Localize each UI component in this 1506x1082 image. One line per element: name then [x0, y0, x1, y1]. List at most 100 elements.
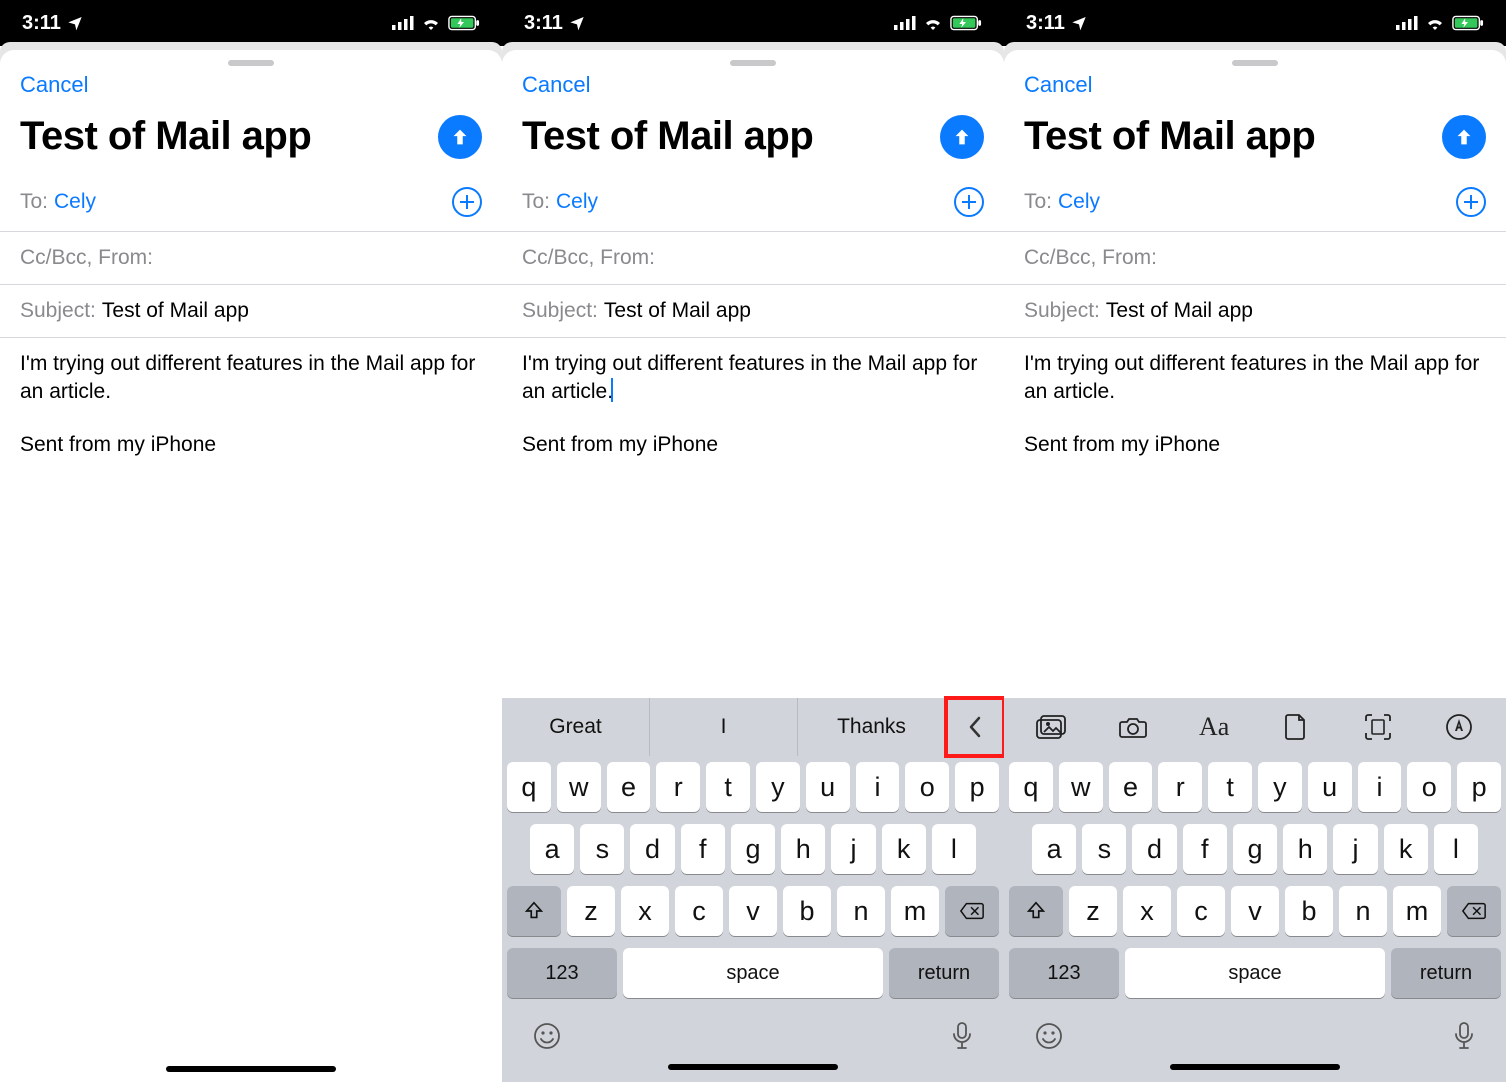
- key-j[interactable]: j: [1333, 824, 1377, 874]
- key-t[interactable]: t: [706, 762, 750, 812]
- to-field[interactable]: To: Cely: [0, 173, 502, 232]
- text-format-button[interactable]: Aa: [1173, 712, 1255, 742]
- shift-key[interactable]: [1009, 886, 1063, 936]
- add-contact-button[interactable]: [452, 187, 482, 217]
- to-field[interactable]: To: Cely: [502, 173, 1004, 232]
- key-s[interactable]: s: [1082, 824, 1126, 874]
- key-x[interactable]: x: [621, 886, 669, 936]
- subject-field[interactable]: Subject: Test of Mail app: [1004, 285, 1506, 338]
- key-u[interactable]: u: [1308, 762, 1352, 812]
- key-k[interactable]: k: [1384, 824, 1428, 874]
- key-q[interactable]: q: [1009, 762, 1053, 812]
- to-recipient[interactable]: Cely: [1058, 190, 1100, 214]
- numbers-key[interactable]: 123: [507, 948, 617, 998]
- compose-body[interactable]: I'm trying out different features in the…: [1004, 338, 1506, 698]
- key-h[interactable]: h: [781, 824, 825, 874]
- key-n[interactable]: n: [1339, 886, 1387, 936]
- space-key[interactable]: space: [623, 948, 883, 998]
- key-w[interactable]: w: [1059, 762, 1103, 812]
- send-button[interactable]: [940, 115, 984, 159]
- key-f[interactable]: f: [681, 824, 725, 874]
- add-contact-button[interactable]: [954, 187, 984, 217]
- key-o[interactable]: o: [1407, 762, 1451, 812]
- key-a[interactable]: a: [1032, 824, 1076, 874]
- key-y[interactable]: y: [1258, 762, 1302, 812]
- cancel-button[interactable]: Cancel: [1024, 72, 1092, 98]
- key-x[interactable]: x: [1123, 886, 1171, 936]
- key-v[interactable]: v: [729, 886, 777, 936]
- cc-bcc-from-field[interactable]: Cc/Bcc, From:: [502, 232, 1004, 285]
- key-g[interactable]: g: [1233, 824, 1277, 874]
- key-c[interactable]: c: [1177, 886, 1225, 936]
- key-v[interactable]: v: [1231, 886, 1279, 936]
- key-s[interactable]: s: [580, 824, 624, 874]
- backspace-key[interactable]: [1447, 886, 1501, 936]
- key-o[interactable]: o: [905, 762, 949, 812]
- emoji-key[interactable]: [532, 1021, 562, 1051]
- key-l[interactable]: l: [932, 824, 976, 874]
- key-p[interactable]: p: [1457, 762, 1501, 812]
- shift-key[interactable]: [507, 886, 561, 936]
- sheet-grabber[interactable]: [1232, 60, 1278, 66]
- to-field[interactable]: To: Cely: [1004, 173, 1506, 232]
- key-c[interactable]: c: [675, 886, 723, 936]
- expand-toolbar-button[interactable]: [946, 698, 1004, 756]
- sheet-grabber[interactable]: [730, 60, 776, 66]
- key-f[interactable]: f: [1183, 824, 1227, 874]
- return-key[interactable]: return: [889, 948, 999, 998]
- send-button[interactable]: [1442, 115, 1486, 159]
- key-b[interactable]: b: [1285, 886, 1333, 936]
- dictation-key[interactable]: [1452, 1021, 1476, 1051]
- sheet-grabber[interactable]: [228, 60, 274, 66]
- suggestion-1[interactable]: Great: [502, 698, 650, 756]
- key-d[interactable]: d: [630, 824, 674, 874]
- suggestion-2[interactable]: I: [650, 698, 798, 756]
- add-contact-button[interactable]: [1456, 187, 1486, 217]
- key-e[interactable]: e: [1109, 762, 1153, 812]
- photo-library-button[interactable]: [1010, 715, 1092, 739]
- home-indicator[interactable]: [1170, 1064, 1340, 1070]
- send-button[interactable]: [438, 115, 482, 159]
- suggestion-3[interactable]: Thanks: [798, 698, 946, 756]
- return-key[interactable]: return: [1391, 948, 1501, 998]
- key-t[interactable]: t: [1208, 762, 1252, 812]
- key-r[interactable]: r: [656, 762, 700, 812]
- key-z[interactable]: z: [1069, 886, 1117, 936]
- cc-bcc-from-field[interactable]: Cc/Bcc, From:: [1004, 232, 1506, 285]
- space-key[interactable]: space: [1125, 948, 1385, 998]
- key-h[interactable]: h: [1283, 824, 1327, 874]
- key-w[interactable]: w: [557, 762, 601, 812]
- attach-document-button[interactable]: [1255, 713, 1337, 741]
- home-indicator[interactable]: [668, 1064, 838, 1070]
- cancel-button[interactable]: Cancel: [20, 72, 88, 98]
- subject-field[interactable]: Subject: Test of Mail app: [0, 285, 502, 338]
- key-y[interactable]: y: [756, 762, 800, 812]
- emoji-key[interactable]: [1034, 1021, 1064, 1051]
- markup-button[interactable]: [1418, 713, 1500, 741]
- cancel-button[interactable]: Cancel: [522, 72, 590, 98]
- key-i[interactable]: i: [856, 762, 900, 812]
- compose-body[interactable]: I'm trying out different features in the…: [502, 338, 1004, 698]
- key-k[interactable]: k: [882, 824, 926, 874]
- key-i[interactable]: i: [1358, 762, 1402, 812]
- cc-bcc-from-field[interactable]: Cc/Bcc, From:: [0, 232, 502, 285]
- key-u[interactable]: u: [806, 762, 850, 812]
- key-q[interactable]: q: [507, 762, 551, 812]
- key-m[interactable]: m: [891, 886, 939, 936]
- key-j[interactable]: j: [831, 824, 875, 874]
- to-recipient[interactable]: Cely: [54, 190, 96, 214]
- home-indicator[interactable]: [166, 1066, 336, 1072]
- key-g[interactable]: g: [731, 824, 775, 874]
- to-recipient[interactable]: Cely: [556, 190, 598, 214]
- key-m[interactable]: m: [1393, 886, 1441, 936]
- scan-document-button[interactable]: [1337, 713, 1419, 741]
- key-l[interactable]: l: [1434, 824, 1478, 874]
- camera-button[interactable]: [1092, 715, 1174, 739]
- key-p[interactable]: p: [955, 762, 999, 812]
- key-d[interactable]: d: [1132, 824, 1176, 874]
- key-z[interactable]: z: [567, 886, 615, 936]
- numbers-key[interactable]: 123: [1009, 948, 1119, 998]
- key-b[interactable]: b: [783, 886, 831, 936]
- key-a[interactable]: a: [530, 824, 574, 874]
- backspace-key[interactable]: [945, 886, 999, 936]
